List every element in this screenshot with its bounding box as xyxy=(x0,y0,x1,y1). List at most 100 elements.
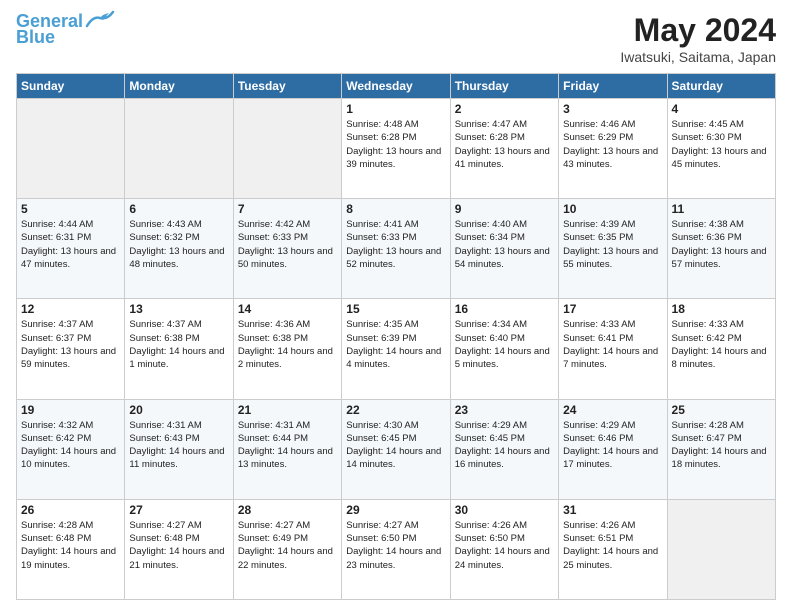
calendar-cell: 6 Sunrise: 4:43 AM Sunset: 6:32 PM Daylig… xyxy=(125,199,233,299)
calendar-cell: 25Sunrise: 4:28 AM Sunset: 6:47 PM Dayli… xyxy=(667,399,775,499)
day-number: 19 xyxy=(21,403,120,417)
calendar-cell: 5 Sunrise: 4:44 AM Sunset: 6:31 PM Daylig… xyxy=(17,199,125,299)
day-number: 27 xyxy=(129,503,228,517)
day-info: Sunrise: 4:47 AM Sunset: 6:28 PM Dayligh… xyxy=(455,118,554,171)
calendar-week-5: 26 Sunrise: 4:28 AM Sunset: 6:48 PM Dayli… xyxy=(17,499,776,599)
calendar-week-1: 1 Sunrise: 4:48 AM Sunset: 6:28 PM Daylig… xyxy=(17,99,776,199)
day-info: Sunrise: 4:42 AM Sunset: 6:33 PM Dayligh… xyxy=(238,218,337,271)
calendar-cell: 27 Sunrise: 4:27 AM Sunset: 6:48 PM Dayli… xyxy=(125,499,233,599)
col-wednesday: Wednesday xyxy=(342,74,450,99)
day-info: Sunrise: 4:38 AM Sunset: 6:36 PM Dayligh… xyxy=(672,218,771,271)
calendar-cell xyxy=(17,99,125,199)
calendar-cell: 20 Sunrise: 4:31 AM Sunset: 6:43 PM Dayli… xyxy=(125,399,233,499)
day-info: Sunrise: 4:31 AM Sunset: 6:43 PM Dayligh… xyxy=(129,419,228,472)
day-number: 7 xyxy=(238,202,337,216)
day-number: 12 xyxy=(21,302,120,316)
day-info: Sunrise: 4:31 AM Sunset: 6:44 PM Dayligh… xyxy=(238,419,337,472)
calendar-week-4: 19Sunrise: 4:32 AM Sunset: 6:42 PM Dayli… xyxy=(17,399,776,499)
calendar-cell: 30 Sunrise: 4:26 AM Sunset: 6:50 PM Dayli… xyxy=(450,499,558,599)
day-number: 15 xyxy=(346,302,445,316)
day-number: 20 xyxy=(129,403,228,417)
col-saturday: Saturday xyxy=(667,74,775,99)
day-number: 10 xyxy=(563,202,662,216)
day-number: 9 xyxy=(455,202,554,216)
day-info: Sunrise: 4:27 AM Sunset: 6:48 PM Dayligh… xyxy=(129,519,228,572)
day-info: Sunrise: 4:36 AM Sunset: 6:38 PM Dayligh… xyxy=(238,318,337,371)
day-info: Sunrise: 4:33 AM Sunset: 6:42 PM Dayligh… xyxy=(672,318,771,371)
day-info: Sunrise: 4:41 AM Sunset: 6:33 PM Dayligh… xyxy=(346,218,445,271)
calendar-cell: 26 Sunrise: 4:28 AM Sunset: 6:48 PM Dayli… xyxy=(17,499,125,599)
logo-bird-icon xyxy=(85,8,115,30)
calendar-cell: 16 Sunrise: 4:34 AM Sunset: 6:40 PM Dayli… xyxy=(450,299,558,399)
calendar-cell: 3 Sunrise: 4:46 AM Sunset: 6:29 PM Daylig… xyxy=(559,99,667,199)
day-number: 21 xyxy=(238,403,337,417)
day-info: Sunrise: 4:28 AM Sunset: 6:48 PM Dayligh… xyxy=(21,519,120,572)
day-number: 1 xyxy=(346,102,445,116)
day-number: 6 xyxy=(129,202,228,216)
calendar-cell xyxy=(233,99,341,199)
calendar-cell: 28Sunrise: 4:27 AM Sunset: 6:49 PM Dayli… xyxy=(233,499,341,599)
calendar-cell: 24Sunrise: 4:29 AM Sunset: 6:46 PM Dayli… xyxy=(559,399,667,499)
day-number: 3 xyxy=(563,102,662,116)
col-thursday: Thursday xyxy=(450,74,558,99)
calendar-cell: 22 Sunrise: 4:30 AM Sunset: 6:45 PM Dayli… xyxy=(342,399,450,499)
calendar-cell: 11Sunrise: 4:38 AM Sunset: 6:36 PM Dayli… xyxy=(667,199,775,299)
calendar-body: 1 Sunrise: 4:48 AM Sunset: 6:28 PM Daylig… xyxy=(17,99,776,600)
calendar-cell xyxy=(667,499,775,599)
day-number: 5 xyxy=(21,202,120,216)
day-number: 28 xyxy=(238,503,337,517)
day-info: Sunrise: 4:44 AM Sunset: 6:31 PM Dayligh… xyxy=(21,218,120,271)
logo: General Blue xyxy=(16,12,115,46)
calendar-cell xyxy=(125,99,233,199)
calendar-cell: 14Sunrise: 4:36 AM Sunset: 6:38 PM Dayli… xyxy=(233,299,341,399)
calendar-cell: 12Sunrise: 4:37 AM Sunset: 6:37 PM Dayli… xyxy=(17,299,125,399)
calendar-cell: 1 Sunrise: 4:48 AM Sunset: 6:28 PM Daylig… xyxy=(342,99,450,199)
calendar-table: Sunday Monday Tuesday Wednesday Thursday… xyxy=(16,73,776,600)
day-info: Sunrise: 4:37 AM Sunset: 6:38 PM Dayligh… xyxy=(129,318,228,371)
day-info: Sunrise: 4:46 AM Sunset: 6:29 PM Dayligh… xyxy=(563,118,662,171)
day-info: Sunrise: 4:26 AM Sunset: 6:51 PM Dayligh… xyxy=(563,519,662,572)
day-info: Sunrise: 4:43 AM Sunset: 6:32 PM Dayligh… xyxy=(129,218,228,271)
calendar-cell: 9 Sunrise: 4:40 AM Sunset: 6:34 PM Daylig… xyxy=(450,199,558,299)
day-number: 8 xyxy=(346,202,445,216)
calendar-cell: 29 Sunrise: 4:27 AM Sunset: 6:50 PM Dayli… xyxy=(342,499,450,599)
day-info: Sunrise: 4:40 AM Sunset: 6:34 PM Dayligh… xyxy=(455,218,554,271)
day-info: Sunrise: 4:29 AM Sunset: 6:45 PM Dayligh… xyxy=(455,419,554,472)
calendar-header: Sunday Monday Tuesday Wednesday Thursday… xyxy=(17,74,776,99)
day-info: Sunrise: 4:35 AM Sunset: 6:39 PM Dayligh… xyxy=(346,318,445,371)
day-number: 18 xyxy=(672,302,771,316)
day-info: Sunrise: 4:45 AM Sunset: 6:30 PM Dayligh… xyxy=(672,118,771,171)
title-block: May 2024 Iwatsuki, Saitama, Japan xyxy=(620,12,776,65)
day-number: 13 xyxy=(129,302,228,316)
month-title: May 2024 xyxy=(620,12,776,49)
day-info: Sunrise: 4:33 AM Sunset: 6:41 PM Dayligh… xyxy=(563,318,662,371)
day-number: 22 xyxy=(346,403,445,417)
calendar-cell: 10 Sunrise: 4:39 AM Sunset: 6:35 PM Dayli… xyxy=(559,199,667,299)
day-number: 26 xyxy=(21,503,120,517)
calendar-cell: 21 Sunrise: 4:31 AM Sunset: 6:44 PM Dayli… xyxy=(233,399,341,499)
calendar-cell: 31 Sunrise: 4:26 AM Sunset: 6:51 PM Dayli… xyxy=(559,499,667,599)
calendar-cell: 15 Sunrise: 4:35 AM Sunset: 6:39 PM Dayli… xyxy=(342,299,450,399)
col-tuesday: Tuesday xyxy=(233,74,341,99)
day-number: 30 xyxy=(455,503,554,517)
page: General Blue May 2024 Iwatsuki, Saitama,… xyxy=(0,0,792,612)
col-monday: Monday xyxy=(125,74,233,99)
day-info: Sunrise: 4:29 AM Sunset: 6:46 PM Dayligh… xyxy=(563,419,662,472)
day-number: 29 xyxy=(346,503,445,517)
calendar-week-3: 12Sunrise: 4:37 AM Sunset: 6:37 PM Dayli… xyxy=(17,299,776,399)
day-info: Sunrise: 4:27 AM Sunset: 6:50 PM Dayligh… xyxy=(346,519,445,572)
day-number: 4 xyxy=(672,102,771,116)
calendar-cell: 4 Sunrise: 4:45 AM Sunset: 6:30 PM Daylig… xyxy=(667,99,775,199)
calendar-cell: 2Sunrise: 4:47 AM Sunset: 6:28 PM Daylig… xyxy=(450,99,558,199)
day-info: Sunrise: 4:30 AM Sunset: 6:45 PM Dayligh… xyxy=(346,419,445,472)
day-info: Sunrise: 4:39 AM Sunset: 6:35 PM Dayligh… xyxy=(563,218,662,271)
day-info: Sunrise: 4:34 AM Sunset: 6:40 PM Dayligh… xyxy=(455,318,554,371)
calendar-cell: 8 Sunrise: 4:41 AM Sunset: 6:33 PM Daylig… xyxy=(342,199,450,299)
day-number: 16 xyxy=(455,302,554,316)
calendar-cell: 23Sunrise: 4:29 AM Sunset: 6:45 PM Dayli… xyxy=(450,399,558,499)
day-info: Sunrise: 4:48 AM Sunset: 6:28 PM Dayligh… xyxy=(346,118,445,171)
day-info: Sunrise: 4:28 AM Sunset: 6:47 PM Dayligh… xyxy=(672,419,771,472)
day-info: Sunrise: 4:26 AM Sunset: 6:50 PM Dayligh… xyxy=(455,519,554,572)
day-number: 17 xyxy=(563,302,662,316)
day-number: 31 xyxy=(563,503,662,517)
